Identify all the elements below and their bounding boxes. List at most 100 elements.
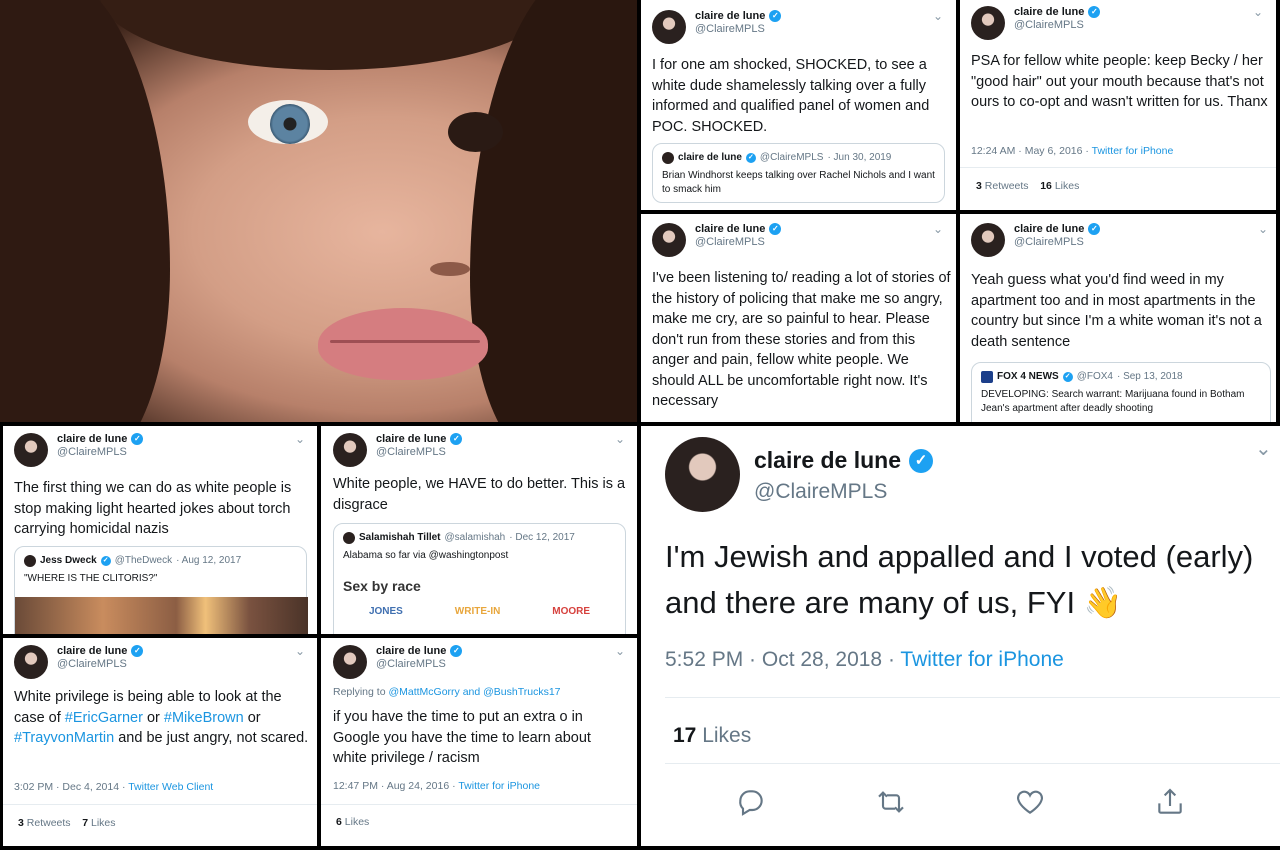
hashtag-link[interactable]: #MikeBrown <box>164 710 244 726</box>
quoted-user-handle: @TheDweck <box>114 555 173 566</box>
likes-label[interactable]: Likes <box>702 724 751 747</box>
tweet-card-6: claire de lune ✓ @ClaireMPLS ⌄ White peop… <box>321 426 637 634</box>
tweet-text-part: or <box>142 709 164 726</box>
quoted-chart-column: WRITE-IN <box>454 606 501 617</box>
quoted-tweet[interactable]: Jess Dweck ✓ @TheDweck · Aug 12, 2017 "WHER… <box>14 546 308 634</box>
tweet-stats: 17 Likes <box>673 724 751 748</box>
user-handle[interactable]: @ClaireMPLS <box>1014 19 1100 31</box>
avatar[interactable] <box>14 433 48 467</box>
quoted-date: · Dec 12, 2017 <box>509 532 575 543</box>
user-name[interactable]: claire de lune <box>695 10 765 22</box>
retweet-count: 3 <box>976 180 982 192</box>
reply-to-link[interactable]: @MattMcGorry and @BushTrucks17 <box>388 686 560 698</box>
user-handle[interactable]: @ClaireMPLS <box>57 446 143 458</box>
chevron-down-icon[interactable]: ⌄ <box>295 644 305 658</box>
user-name[interactable]: claire de lune <box>376 433 446 445</box>
hashtag-link[interactable]: #TrayvonMartin <box>14 730 114 746</box>
avatar[interactable] <box>971 223 1005 257</box>
avatar[interactable] <box>652 10 686 44</box>
tweet-time: 12:24 AM · May 6, 2016 · <box>971 145 1092 157</box>
user-name[interactable]: claire de lune <box>57 645 127 657</box>
user-name[interactable]: claire de lune <box>754 447 901 474</box>
quoted-media-image[interactable] <box>15 597 308 634</box>
avatar[interactable] <box>14 645 48 679</box>
tweet-text-part: and be just angry, not scared. <box>114 730 309 746</box>
tweet-card-8: claire de lune ✓ @ClaireMPLS ⌄ Replying t… <box>321 638 637 846</box>
avatar[interactable] <box>333 433 367 467</box>
tweet-meta: 5:52 PM · Oct 28, 2018 · Twitter for iPh… <box>665 648 1064 672</box>
tweet-source-link[interactable]: Twitter for iPhone <box>1092 145 1174 157</box>
user-handle[interactable]: @ClaireMPLS <box>695 23 781 35</box>
tweet-text: The first thing we can do as white peopl… <box>14 480 292 537</box>
tweet-card-2: claire de lune ✓ @ClaireMPLS ⌄ PSA for fe… <box>960 0 1276 210</box>
quoted-user-name: Jess Dweck <box>40 555 97 566</box>
avatar[interactable] <box>333 645 367 679</box>
tweet-stats: 3 Retweets 16 Likes <box>976 180 1079 192</box>
avatar[interactable] <box>665 437 740 512</box>
chevron-down-icon[interactable]: ⌄ <box>615 432 625 446</box>
quoted-date: · Aug 12, 2017 <box>176 555 242 566</box>
tweet-text-part: or <box>243 709 261 726</box>
chevron-down-icon[interactable]: ⌄ <box>1255 436 1272 461</box>
tweet-text: PSA for fellow white people: keep Becky … <box>971 53 1268 110</box>
user-handle[interactable]: @ClaireMPLS <box>1014 236 1100 248</box>
verified-icon: ✓ <box>1088 223 1101 235</box>
reply-icon[interactable] <box>735 786 767 818</box>
chevron-down-icon[interactable]: ⌄ <box>615 644 625 658</box>
tweet-source-link[interactable]: Twitter for iPhone <box>458 780 540 792</box>
avatar <box>662 152 674 164</box>
retweets-label[interactable]: Retweets <box>27 817 71 829</box>
user-name[interactable]: claire de lune <box>57 433 127 445</box>
tweet-time: 12:47 PM · Aug 24, 2016 · <box>333 780 459 792</box>
tweet-source-link[interactable]: Twitter Web Client <box>128 781 213 793</box>
tweet-card-1: claire de lune ✓ @ClaireMPLS ⌄ I for one … <box>641 0 956 210</box>
action-bar <box>641 786 1280 818</box>
avatar[interactable] <box>652 223 686 257</box>
quoted-tweet[interactable]: FOX 4 NEWS ✓ @FOX4 · Sep 13, 2018 DEVELOPIN… <box>971 362 1271 422</box>
user-name[interactable]: claire de lune <box>695 223 765 235</box>
avatar[interactable] <box>971 6 1005 40</box>
retweets-label[interactable]: Retweets <box>985 180 1029 192</box>
retweet-icon[interactable] <box>875 786 907 818</box>
user-handle[interactable]: @ClaireMPLS <box>57 658 143 670</box>
user-handle[interactable]: @ClaireMPLS <box>754 480 933 504</box>
user-handle[interactable]: @ClaireMPLS <box>695 236 781 248</box>
verified-icon: ✓ <box>769 223 782 235</box>
tweet-card-3: claire de lune ✓ @ClaireMPLS ⌄ I've been … <box>641 214 956 422</box>
user-handle[interactable]: @ClaireMPLS <box>376 658 462 670</box>
chevron-down-icon[interactable]: ⌄ <box>1258 222 1268 236</box>
likes-label[interactable]: Likes <box>1055 180 1080 192</box>
verified-icon: ✓ <box>450 645 463 657</box>
likes-label[interactable]: Likes <box>91 817 116 829</box>
user-name[interactable]: claire de lune <box>1014 6 1084 18</box>
share-icon[interactable] <box>1154 786 1186 818</box>
like-icon[interactable] <box>1014 786 1046 818</box>
user-name[interactable]: claire de lune <box>376 645 446 657</box>
tweet-card-7: claire de lune ✓ @ClaireMPLS ⌄ White priv… <box>3 638 317 846</box>
quoted-user-handle: @ClaireMPLS <box>759 152 824 163</box>
quoted-date: · Sep 13, 2018 <box>1116 371 1183 382</box>
likes-label[interactable]: Likes <box>345 816 370 828</box>
chevron-down-icon[interactable]: ⌄ <box>295 432 305 446</box>
like-count: 17 <box>673 724 697 747</box>
chevron-down-icon[interactable]: ⌄ <box>933 222 943 236</box>
avatar <box>24 555 36 567</box>
tweet-source-link[interactable]: Twitter for iPhone <box>900 648 1063 671</box>
portrait-photo <box>0 0 637 422</box>
tweet-stats: 6 Likes <box>336 816 369 828</box>
avatar <box>343 532 355 544</box>
tweet-time: 3:02 PM · Dec 4, 2014 · <box>14 781 129 793</box>
verified-icon: ✓ <box>909 448 934 473</box>
quoted-text: Brian Windhorst keeps talking over Rache… <box>662 170 935 195</box>
user-handle[interactable]: @ClaireMPLS <box>376 446 462 458</box>
hashtag-link[interactable]: #EricGarner <box>65 710 143 726</box>
quoted-tweet[interactable]: claire de lune ✓ @ClaireMPLS · Jun 30, 2019… <box>652 143 945 203</box>
retweet-count: 3 <box>18 817 24 829</box>
chevron-down-icon[interactable]: ⌄ <box>1253 5 1263 19</box>
tweet-text: I for one am shocked, SHOCKED, to see a … <box>652 57 930 135</box>
quoted-tweet[interactable]: Salamishah Tillet @salamishah · Dec 12, 20… <box>333 523 626 634</box>
user-name[interactable]: claire de lune <box>1014 223 1084 235</box>
chevron-down-icon[interactable]: ⌄ <box>933 9 943 23</box>
tweet-text: I've been listening to/ reading a lot of… <box>652 270 951 409</box>
verified-icon: ✓ <box>131 645 144 657</box>
